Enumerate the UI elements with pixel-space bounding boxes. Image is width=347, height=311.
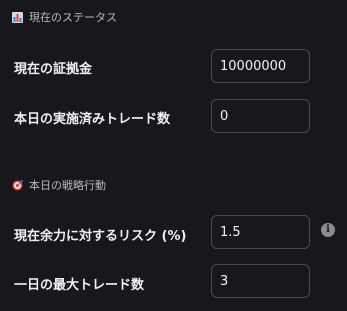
status-section-title: 現在のステータス [29, 11, 117, 24]
bar-chart-icon [12, 11, 23, 23]
risk-percent-label: 現在余力に対するリスク (%) [14, 229, 187, 244]
max-trades-label: 一日の最大トレード数 [14, 278, 145, 293]
current-margin-input[interactable] [211, 49, 310, 83]
current-margin-label: 現在の証拠金 [14, 62, 93, 77]
trades-today-input[interactable] [211, 99, 310, 133]
strategy-section-header: 本日の戦略行動 [12, 177, 106, 193]
status-section-header: 現在のステータス [12, 9, 117, 25]
info-icon[interactable]: i [321, 223, 335, 237]
max-trades-input[interactable] [211, 264, 310, 298]
strategy-section-title: 本日の戦略行動 [29, 179, 106, 192]
trades-today-label: 本日の実施済みトレード数 [14, 112, 171, 127]
risk-percent-input[interactable] [211, 215, 310, 249]
target-icon [12, 179, 23, 191]
